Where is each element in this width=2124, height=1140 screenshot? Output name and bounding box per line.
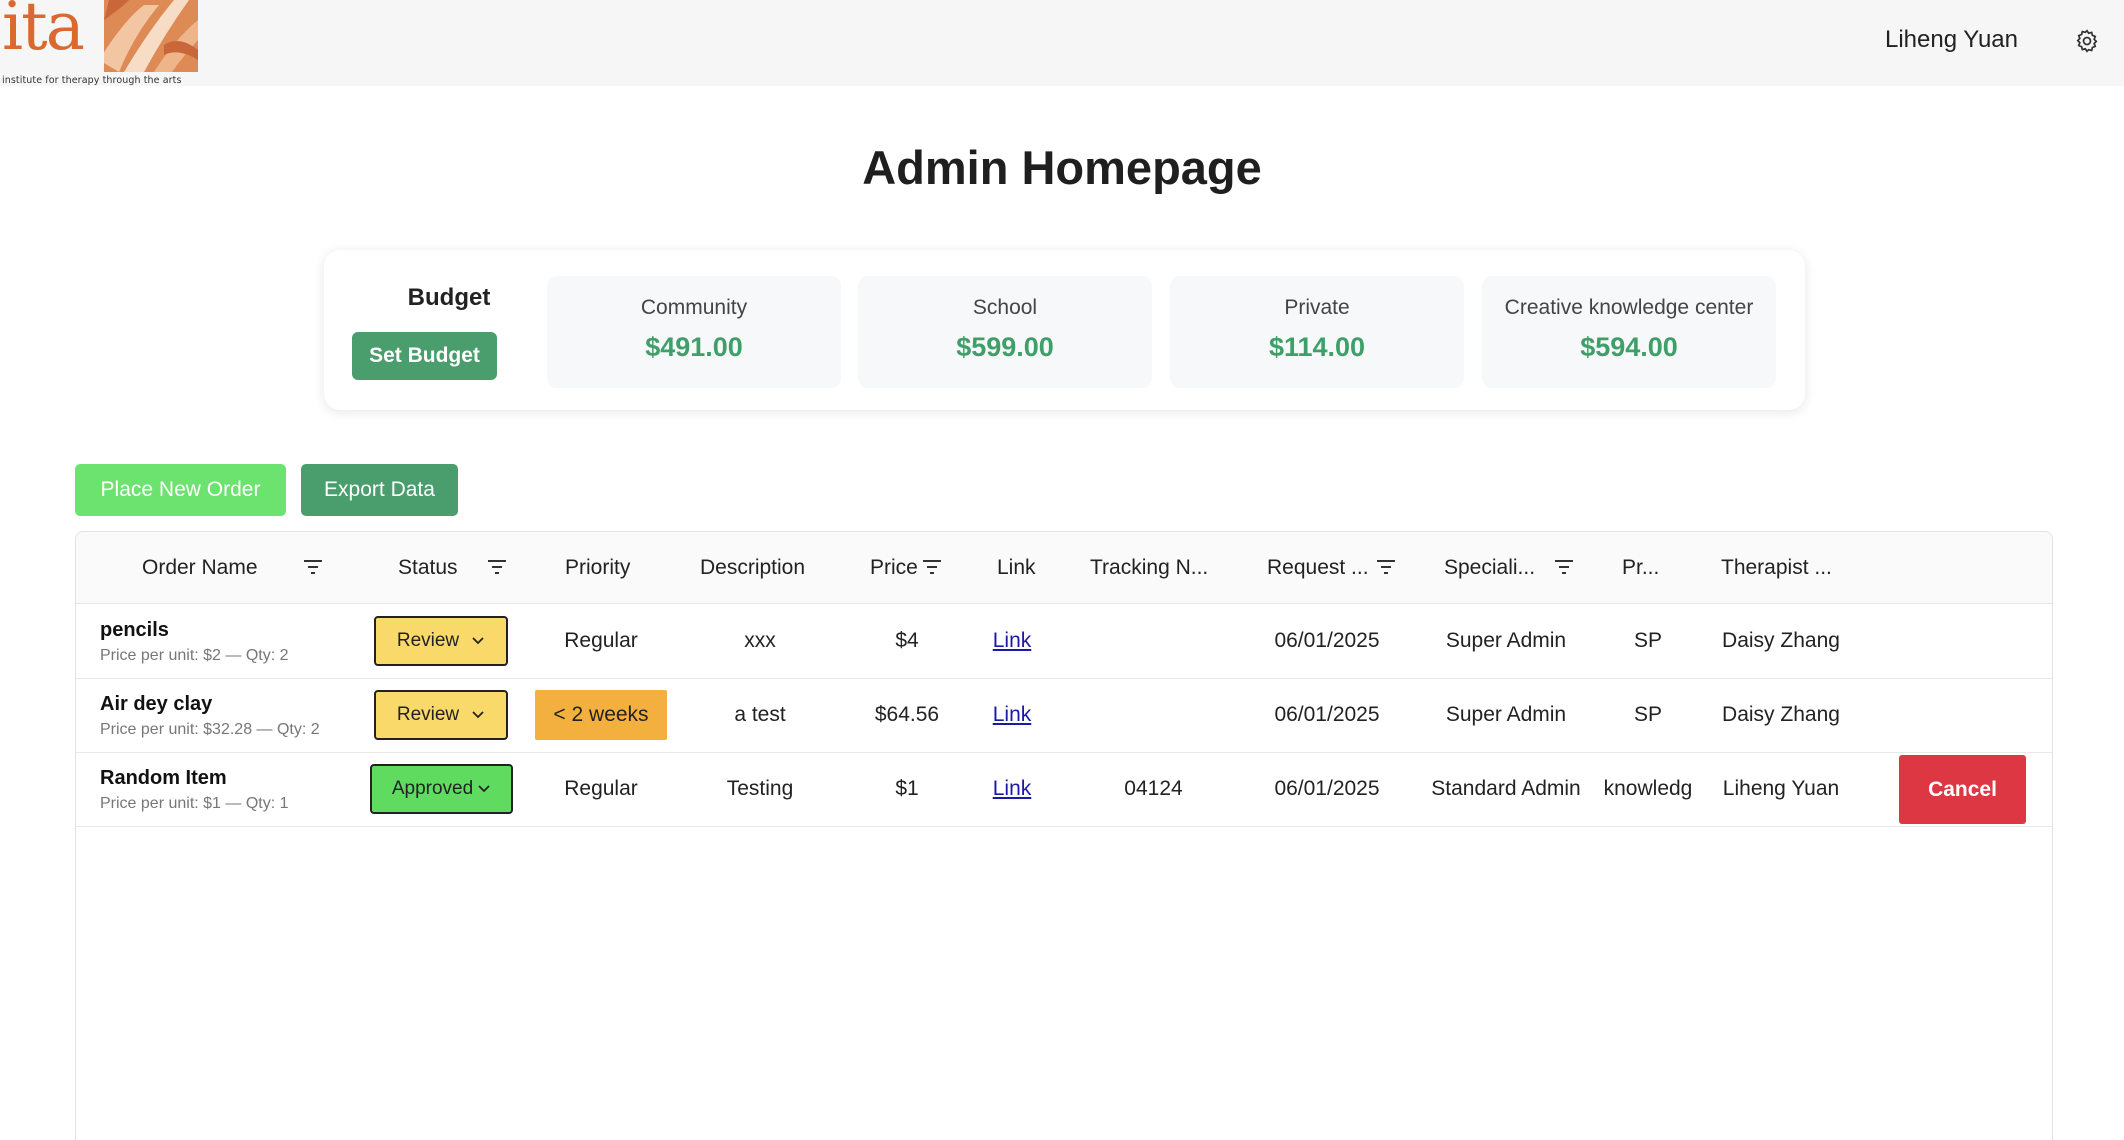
description-cell: a test (734, 703, 786, 726)
request-date-cell: 06/01/2025 (1274, 629, 1380, 652)
user-name[interactable]: Liheng Yuan (1885, 26, 2018, 54)
order-name: Air dey clay (100, 693, 213, 715)
budget-tile-creative-knowledge-center: Creative knowledge center $594.00 (1482, 276, 1776, 388)
chevron-down-icon (472, 711, 484, 719)
filter-icon[interactable] (1553, 557, 1575, 577)
price-cell: $64.56 (874, 703, 940, 726)
budget-tile-private: Private $114.00 (1170, 276, 1464, 388)
priority-badge: < 2 weeks (535, 690, 667, 740)
chevron-down-icon (478, 785, 490, 793)
status-value: Review (396, 704, 460, 725)
column-header-price[interactable]: Price (870, 556, 918, 580)
budget-tile-amount: $114.00 (1268, 332, 1366, 362)
budget-tile-school: School $599.00 (858, 276, 1152, 388)
filter-icon[interactable] (921, 557, 943, 577)
table-row: Air dey clay Price per unit: $32.28 — Qt… (76, 679, 2052, 753)
tracking-cell: 04124 (1124, 777, 1183, 800)
budget-tile-name: Creative knowledge center (1504, 296, 1754, 319)
specialist-cell: Super Admin (1445, 703, 1567, 726)
order-name: Random Item (100, 767, 227, 789)
column-header-order-name[interactable]: Order Name (142, 556, 258, 580)
export-data-button[interactable]: Export Data (301, 464, 458, 516)
priority-cell: Regular (564, 629, 638, 652)
logo-artwork (104, 0, 198, 72)
description-cell: Testing (726, 777, 794, 800)
column-header-priority[interactable]: Priority (565, 556, 630, 580)
budget-tile-amount: $594.00 (1580, 332, 1678, 362)
filter-icon[interactable] (486, 557, 508, 577)
filter-icon[interactable] (302, 557, 324, 577)
table-row: pencils Price per unit: $2 — Qty: 2 Revi… (76, 605, 2052, 679)
order-details: Price per unit: $1 — Qty: 1 (100, 795, 289, 812)
budget-card: Budget Set Budget Community $491.00 Scho… (324, 250, 1805, 410)
status-dropdown[interactable]: Review (374, 690, 508, 740)
chevron-down-icon (472, 637, 484, 645)
therapist-cell: Daisy Zhang (1722, 629, 1840, 652)
set-budget-button[interactable]: Set Budget (352, 332, 497, 380)
place-new-order-button[interactable]: Place New Order (75, 464, 286, 516)
request-date-cell: 06/01/2025 (1274, 777, 1380, 800)
logo-wordmark: ita (2, 0, 85, 65)
order-name: pencils (100, 619, 169, 641)
column-header-program[interactable]: Pr... (1622, 556, 1659, 580)
gear-icon[interactable] (2074, 28, 2100, 54)
table-header: Order Name Status Priority Description P… (76, 532, 2052, 604)
budget-tile-name: School (972, 296, 1038, 319)
status-dropdown[interactable]: Review (374, 616, 508, 666)
program-cell: SP (1633, 629, 1662, 652)
budget-tile-name: Community (640, 296, 748, 319)
price-cell: $4 (895, 629, 919, 652)
column-header-status[interactable]: Status (398, 556, 458, 580)
budget-tile-amount: $491.00 (645, 332, 743, 362)
therapist-cell: Daisy Zhang (1722, 703, 1840, 726)
status-value: Approved (391, 778, 474, 799)
ita-logo[interactable]: ita institute for therapy through the ar… (0, 0, 200, 86)
budget-tile-community: Community $491.00 (547, 276, 841, 388)
item-link[interactable]: Link (972, 703, 1052, 727)
column-header-therapist[interactable]: Therapist ... (1721, 556, 1832, 580)
top-bar: ita institute for therapy through the ar… (0, 0, 2124, 86)
price-cell: $1 (895, 777, 919, 800)
therapist-cell: Liheng Yuan (1722, 777, 1840, 800)
description-cell: xxx (744, 629, 776, 652)
column-header-request-date[interactable]: Request ... (1267, 556, 1369, 580)
program-cell: knowledg (1603, 777, 1693, 800)
column-header-tracking-number[interactable]: Tracking N... (1090, 556, 1208, 580)
budget-tile-name: Private (1284, 296, 1350, 319)
column-header-description[interactable]: Description (700, 556, 805, 580)
filter-icon[interactable] (1375, 557, 1397, 577)
specialist-cell: Super Admin (1445, 629, 1567, 652)
request-date-cell: 06/01/2025 (1274, 703, 1380, 726)
order-details: Price per unit: $2 — Qty: 2 (100, 647, 289, 664)
specialist-cell: Standard Admin (1431, 777, 1581, 800)
page-title: Admin Homepage (862, 141, 1262, 194)
priority-cell: Regular (564, 777, 638, 800)
column-header-link[interactable]: Link (997, 556, 1036, 580)
status-dropdown[interactable]: Approved (370, 764, 513, 814)
orders-table: Order Name Status Priority Description P… (75, 531, 2053, 1140)
item-link[interactable]: Link (972, 629, 1052, 653)
budget-tile-amount: $599.00 (956, 332, 1054, 362)
status-value: Review (396, 630, 460, 651)
item-link[interactable]: Link (972, 777, 1052, 801)
program-cell: SP (1633, 703, 1662, 726)
table-row: Random Item Price per unit: $1 — Qty: 1 … (76, 753, 2052, 827)
cancel-order-button[interactable]: Cancel (1899, 755, 2026, 824)
budget-label: Budget (407, 284, 491, 311)
order-details: Price per unit: $32.28 — Qty: 2 (100, 721, 320, 738)
column-header-specialist[interactable]: Speciali... (1444, 556, 1535, 580)
logo-tagline: institute for therapy through the arts (2, 75, 182, 86)
